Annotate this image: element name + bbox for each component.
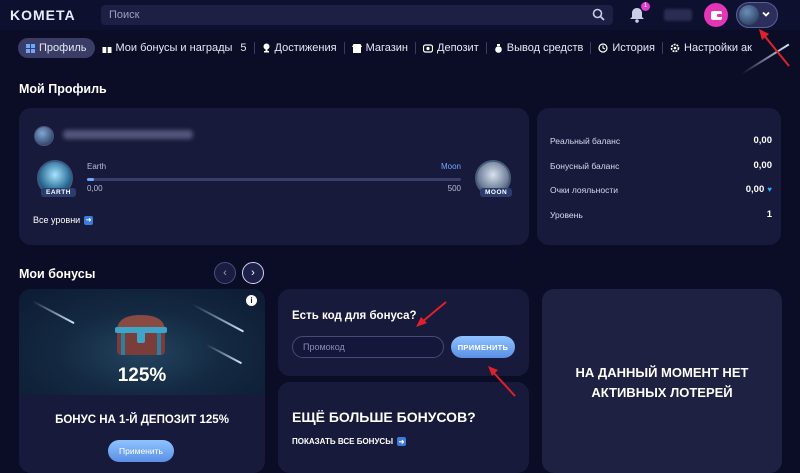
arrow-right-icon: ➜ <box>84 215 94 225</box>
show-all-bonuses-link[interactable]: ПОКАЗАТЬ ВСЕ БОНУСЫ ➜ <box>292 437 407 446</box>
more-bonuses-card: ЕЩЁ БОЛЬШЕ БОНУСОВ? ПОКАЗАТЬ ВСЕ БОНУСЫ … <box>278 382 529 473</box>
balance-value: 0,00 <box>745 184 765 195</box>
tab-count: 5 <box>240 42 247 54</box>
lottery-line-2: АКТИВНЫХ ЛОТЕРЕЙ <box>591 385 733 400</box>
tab-withdrawal[interactable]: Вывод средств <box>487 38 591 58</box>
search-input[interactable] <box>101 9 581 21</box>
balance-value: 0,00 <box>753 135 773 146</box>
bonus-balance-row: Бонусный баланс 0,00 <box>550 160 773 171</box>
arrow-right-icon: ➜ <box>397 437 407 446</box>
promo-title: Есть код для бонуса? <box>292 310 417 322</box>
grid-icon <box>26 43 35 53</box>
balance-card: Реальный баланс 0,00 Бонусный баланс 0,0… <box>537 108 781 245</box>
more-bonuses-title: ЕЩЁ БОЛЬШЕ БОНУСОВ? <box>292 409 476 425</box>
balance-value: 1 <box>766 209 772 220</box>
tab-account-settings[interactable]: Настройки ак <box>663 38 759 58</box>
all-levels-label: Все уровни <box>33 215 81 225</box>
tab-label: Профиль <box>39 42 87 54</box>
loyalty-points-row: Очки лояльности 0,00 ♥ <box>550 184 772 195</box>
search-icon[interactable] <box>592 8 605 26</box>
show-all-label: ПОКАЗАТЬ ВСЕ БОНУСЫ <box>292 437 394 446</box>
tab-label: История <box>612 42 656 54</box>
tab-history[interactable]: История <box>591 38 662 58</box>
tab-deposit[interactable]: Депозит <box>416 38 486 58</box>
real-balance-row: Реальный баланс 0,00 <box>550 135 773 146</box>
treasure-chest-icon <box>115 315 167 355</box>
trophy-icon <box>263 43 270 53</box>
balance-value: 0,00 <box>753 160 773 171</box>
decorative-comet <box>191 303 245 333</box>
apply-bonus-button[interactable]: Применить <box>108 440 174 462</box>
info-icon[interactable]: i <box>246 295 257 306</box>
wallet-button[interactable] <box>704 3 728 27</box>
decorative-comet <box>31 299 75 325</box>
progress-min: 0,00 <box>87 184 103 193</box>
bonus-artwork: 125% i <box>19 289 265 395</box>
balance-label: Уровень <box>550 210 583 220</box>
balance-label: Реальный баланс <box>550 136 621 146</box>
logo[interactable]: KOMETA <box>10 7 76 23</box>
gift-icon <box>102 44 111 53</box>
loyalty-value-wrap: 0,00 ♥ <box>746 184 772 195</box>
wallet-icon <box>710 11 722 20</box>
tab-label: Депозит <box>437 42 479 54</box>
tab-bonuses[interactable]: Мои бонусы и награды 5 <box>95 38 254 58</box>
tab-label: Настройки ак <box>684 42 752 54</box>
tab-label: Мои бонусы и награды <box>115 42 233 54</box>
earth-level-badge: EARTH <box>41 188 76 197</box>
avatar <box>739 5 759 25</box>
level-progress-fill <box>87 178 95 181</box>
history-icon <box>598 43 608 53</box>
bonuses-section-title: Мои бонусы <box>19 267 96 281</box>
settings-icon <box>670 43 680 53</box>
search-bar[interactable] <box>101 5 613 25</box>
balance-label: Бонусный баланс <box>550 161 620 171</box>
user-menu-button[interactable] <box>736 2 778 28</box>
chevron-down-icon <box>762 11 770 17</box>
notifications-button[interactable]: 1 <box>626 2 650 26</box>
current-level-name: Earth <box>87 162 107 171</box>
tab-label: Магазин <box>365 42 408 54</box>
bonus-percent: 125% <box>117 365 167 386</box>
tab-label: Достижения <box>274 42 337 54</box>
promo-code-card: Есть код для бонуса? ПРИМЕНИТЬ <box>278 289 529 376</box>
balance-label: Очки лояльности <box>550 185 618 195</box>
all-levels-link[interactable]: Все уровни ➜ <box>33 215 94 225</box>
bonus-title: БОНУС НА 1-Й ДЕПОЗИТ 125% <box>55 414 229 426</box>
moon-level-badge: MOON <box>480 188 513 197</box>
profile-card: EARTH Earth Moon 0,00 500 MOON Все уровн… <box>19 108 529 245</box>
promo-code-input[interactable] <box>292 336 444 358</box>
carousel-next-button[interactable]: › <box>242 262 264 284</box>
tab-achievements[interactable]: Достижения <box>255 38 344 58</box>
user-email-blurred <box>63 130 193 139</box>
deposit-bonus-card: 125% i БОНУС НА 1-Й ДЕПОЗИТ 125% Примени… <box>19 289 265 473</box>
tab-label: Вывод средств <box>506 42 584 54</box>
tab-profile[interactable]: Профиль <box>18 38 95 58</box>
no-lotteries-message: НА ДАННЫЙ МОМЕНТ НЕТ АКТИВНЫХ ЛОТЕРЕЙ <box>552 363 772 403</box>
account-info-blurred <box>664 9 692 21</box>
level-row: Уровень 1 <box>550 209 772 220</box>
tab-shop[interactable]: Магазин <box>345 38 415 58</box>
progress-max: 500 <box>447 184 461 193</box>
lottery-card: НА ДАННЫЙ МОМЕНТ НЕТ АКТИВНЫХ ЛОТЕРЕЙ <box>542 289 782 473</box>
chevron-right-icon: › <box>251 267 255 279</box>
next-level-name: Moon <box>440 162 461 171</box>
decorative-comet <box>205 343 243 365</box>
carousel-prev-button[interactable]: ‹ <box>214 262 236 284</box>
deposit-icon <box>423 43 433 53</box>
lottery-line-1: НА ДАННЫЙ МОМЕНТ НЕТ <box>575 365 749 380</box>
level-progress-bar <box>87 178 461 181</box>
notification-badge: 1 <box>641 2 650 11</box>
shop-icon <box>351 43 362 53</box>
profile-nav: Профиль Мои бонусы и награды 5 Достижени… <box>18 38 800 58</box>
top-bar: KOMETA 1 <box>0 0 800 30</box>
chevron-left-icon: ‹ <box>223 267 227 279</box>
moneybag-icon <box>494 44 502 53</box>
avatar <box>34 126 54 146</box>
heart-icon: ♥ <box>767 185 772 194</box>
profile-section-title: Мой Профиль <box>19 82 107 96</box>
apply-promo-button[interactable]: ПРИМЕНИТЬ <box>451 336 515 358</box>
